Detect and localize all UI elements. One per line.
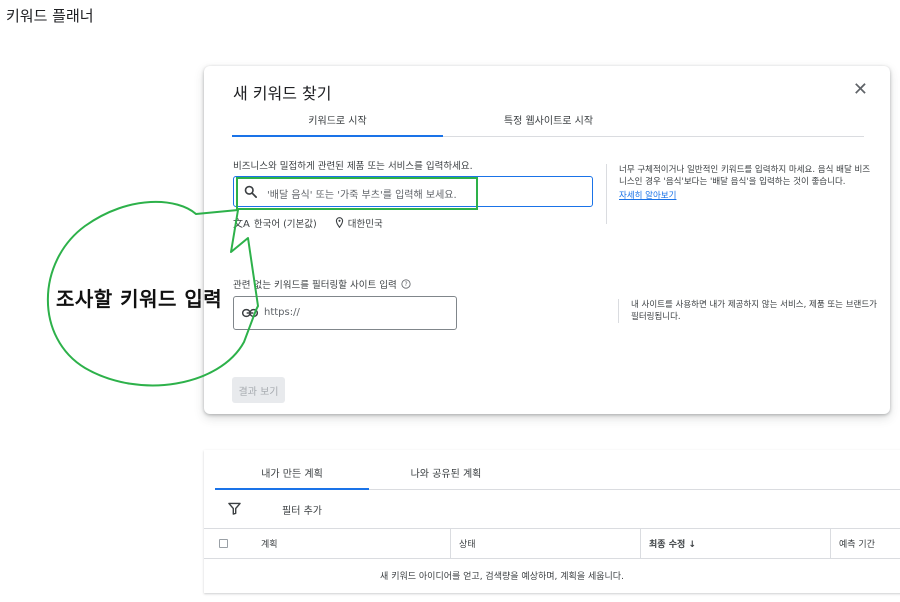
tab-shared-plans[interactable]: 나와 공유된 계획 <box>369 465 523 480</box>
add-filter-button[interactable]: 필터 추가 <box>282 502 322 517</box>
help-circle-icon[interactable]: ? <box>401 279 411 289</box>
active-tab-indicator <box>232 135 443 137</box>
app-title: 키워드 플래너 <box>6 7 94 25</box>
column-last-modified[interactable]: 최종 수정 ↓ <box>640 529 696 558</box>
site-url-placeholder: https:// <box>264 307 300 318</box>
dialog-title: 새 키워드 찾기 <box>233 84 332 103</box>
learn-more-link[interactable]: 자세히 알아보기 <box>619 190 877 202</box>
link-icon <box>242 308 258 318</box>
dialog-tabs: 키워드로 시작 특정 웹사이트로 시작 <box>232 110 864 137</box>
site-input-label-row: 관련 없는 키워드를 필터링할 사이트 입력 ? <box>233 277 411 291</box>
keyword-input[interactable]: '배달 음식' 또는 '가죽 부츠'를 입력해 보세요. <box>233 176 593 207</box>
translate-icon[interactable]: 文A <box>233 215 250 230</box>
language-setting[interactable]: 한국어 (기본값) <box>254 216 317 230</box>
column-plan[interactable]: 계획 <box>261 529 278 558</box>
site-url-input[interactable]: https:// <box>233 296 457 330</box>
annotation-label: 조사할 키워드 입력 <box>56 287 223 311</box>
search-icon <box>244 185 257 198</box>
keyword-help-text: 너무 구체적이거나 일반적인 키워드를 입력하지 마세요. 음식 배달 비즈니스… <box>619 165 871 187</box>
filter-icon[interactable] <box>228 502 241 515</box>
tab-start-with-keywords[interactable]: 키워드로 시작 <box>232 112 443 127</box>
location-pin-icon[interactable] <box>335 217 344 228</box>
plans-panel: 내가 만든 계획 나와 공유된 계획 필터 추가 계획 상태 최종 수정 ↓ 예… <box>204 450 900 593</box>
keyword-input-placeholder: '배달 음식' 또는 '가죽 부츠'를 입력해 보세요. <box>267 190 457 201</box>
targeting-row: 文A 한국어 (기본값) 대한민국 <box>233 215 383 230</box>
keyword-help-panel: 너무 구체적이거나 일반적인 키워드를 입력하지 마세요. 음식 배달 비즈니스… <box>606 164 877 224</box>
get-results-button[interactable]: 결과 보기 <box>232 377 285 403</box>
svg-text:?: ? <box>404 282 407 288</box>
close-icon[interactable]: ✕ <box>853 80 868 100</box>
tab-my-plans[interactable]: 내가 만든 계획 <box>215 465 369 480</box>
column-forecast-period[interactable]: 예측 기간 <box>830 529 875 558</box>
tab-start-with-website[interactable]: 특정 웹사이트로 시작 <box>443 112 654 127</box>
filter-bar: 필터 추가 <box>204 490 900 529</box>
site-help-text: 내 사이트를 사용하면 내가 제공하지 않는 서비스, 제품 또는 브랜드가 필… <box>618 299 877 323</box>
column-status[interactable]: 상태 <box>450 529 476 558</box>
empty-table-message: 새 키워드 아이디어를 얻고, 검색량을 예상하며, 계획을 세웁니다. <box>380 572 624 582</box>
keyword-input-label: 비즈니스와 밀접하게 관련된 제품 또는 서비스를 입력하세요. <box>233 161 473 172</box>
table-header: 계획 상태 최종 수정 ↓ 예측 기간 <box>204 529 900 559</box>
select-all-checkbox[interactable] <box>219 539 228 548</box>
new-keyword-dialog: 새 키워드 찾기 ✕ 키워드로 시작 특정 웹사이트로 시작 비즈니스와 밀접하… <box>204 66 890 414</box>
plans-tabs: 내가 만든 계획 나와 공유된 계획 <box>215 450 900 490</box>
site-input-label: 관련 없는 키워드를 필터링할 사이트 입력 <box>233 280 397 291</box>
location-setting[interactable]: 대한민국 <box>348 216 383 230</box>
